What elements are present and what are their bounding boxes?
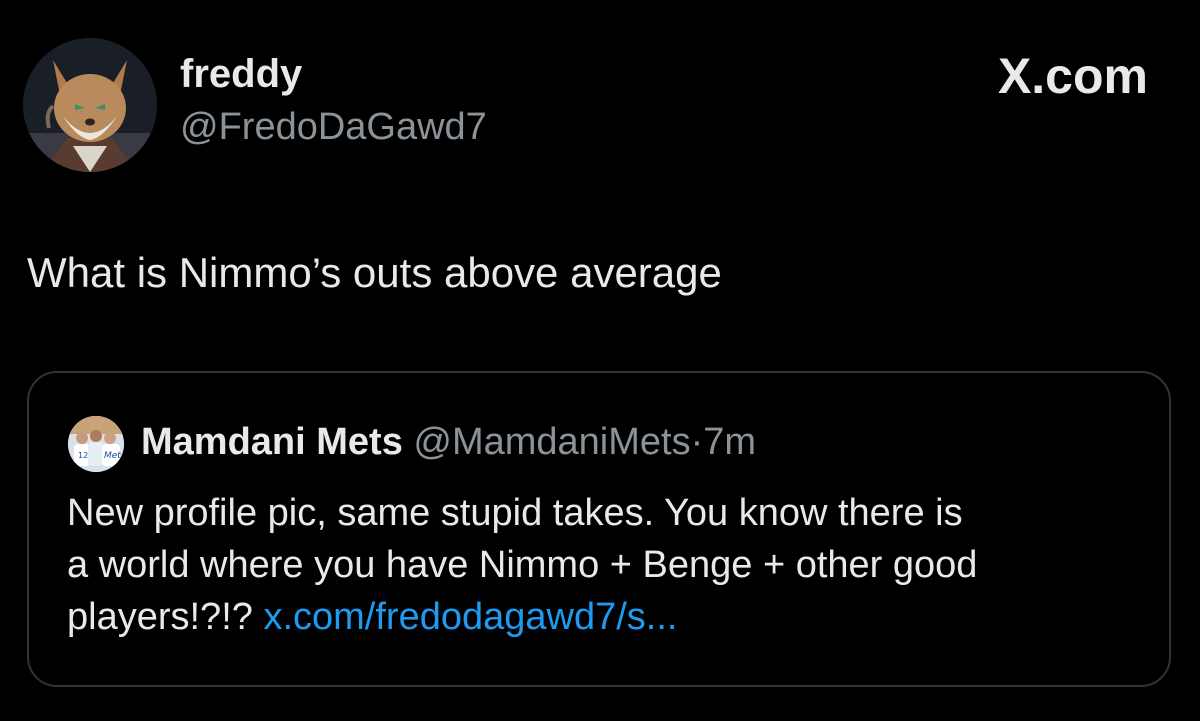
svg-text:12: 12 <box>78 451 88 460</box>
quoted-author-handle[interactable]: @MamdaniMets <box>413 421 690 463</box>
quoted-text-line: a world where you have Nimmo + Benge + o… <box>67 544 978 586</box>
tweet-text: What is Nimmo’s outs above average <box>27 249 722 296</box>
quoted-tweet-timestamp[interactable]: 7m <box>703 421 756 463</box>
svg-text:Met: Met <box>104 451 121 461</box>
quoted-author-avatar[interactable]: 12 Met <box>68 416 124 472</box>
fox-avatar-icon <box>23 38 157 172</box>
quoted-tweet-text: New profile pic, same stupid takes. You … <box>67 487 1147 643</box>
mets-fans-avatar-icon: 12 Met <box>68 416 124 472</box>
quoted-text-line: New profile pic, same stupid takes. You … <box>67 492 963 534</box>
quoted-tweet-card[interactable]: 12 Met Mamdani Mets @MamdaniMets·7m New … <box>27 371 1171 687</box>
quoted-tweet-header: Mamdani Mets @MamdaniMets·7m <box>141 417 756 467</box>
quoted-text-line-with-link: players!?!? x.com/fredodagawd7/s... <box>67 591 1147 643</box>
header-separator: · <box>690 421 704 463</box>
author-handle[interactable]: @FredoDaGawd7 <box>180 104 487 150</box>
author-display-name[interactable]: freddy <box>180 50 302 98</box>
quoted-tweet-link[interactable]: x.com/fredodagawd7/s... <box>263 596 677 638</box>
quoted-author-name[interactable]: Mamdani Mets <box>141 421 403 463</box>
x-com-brand: X.com <box>997 48 1148 104</box>
quoted-text-line: players!?!? <box>67 596 253 638</box>
author-avatar[interactable] <box>23 38 157 172</box>
